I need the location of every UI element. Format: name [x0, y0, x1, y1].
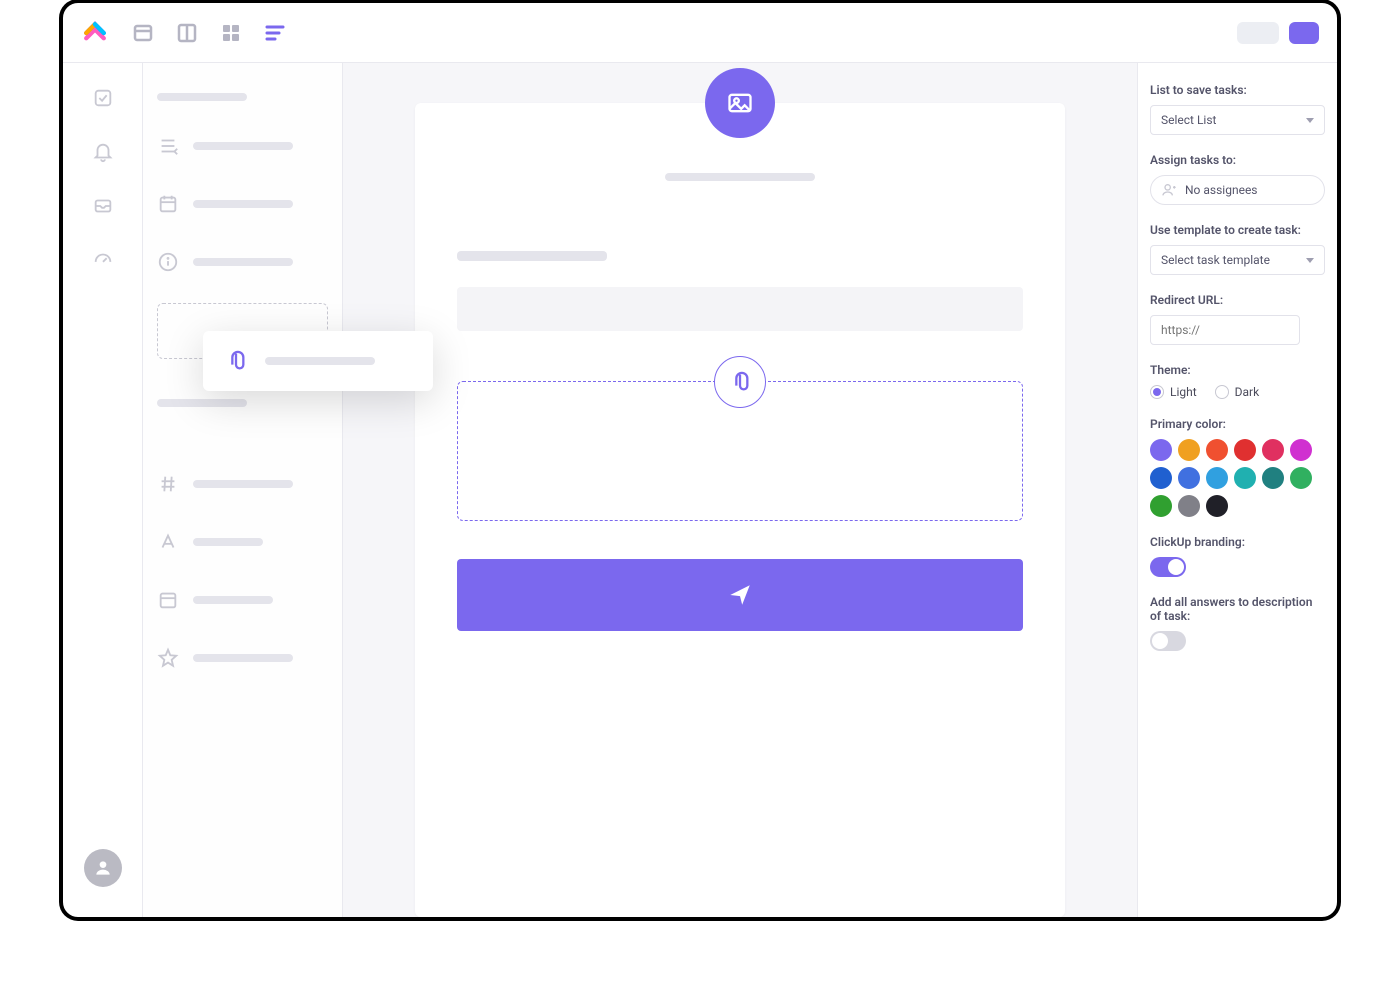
- field-rating[interactable]: [157, 645, 328, 671]
- chevron-down-icon: [1306, 118, 1314, 123]
- color-swatch[interactable]: [1178, 495, 1200, 517]
- redirect-input[interactable]: [1150, 315, 1300, 345]
- template-label: Use template to create task:: [1150, 223, 1325, 237]
- field-label: [193, 142, 293, 150]
- notifications-icon[interactable]: [92, 141, 114, 163]
- attachment-circle-icon: [714, 356, 766, 408]
- theme-label: Theme:: [1150, 363, 1325, 377]
- field-label: [193, 200, 293, 208]
- text-icon: [157, 531, 179, 553]
- grid-view-icon[interactable]: [219, 21, 243, 45]
- form-view-icon[interactable]: [263, 21, 287, 45]
- assignee-select[interactable]: No assignees: [1150, 175, 1325, 205]
- form-image-button[interactable]: [705, 68, 775, 138]
- chevron-down-icon: [1306, 258, 1314, 263]
- app-logo[interactable]: [81, 19, 109, 47]
- submit-button[interactable]: [457, 559, 1023, 631]
- color-swatch[interactable]: [1290, 439, 1312, 461]
- color-swatch[interactable]: [1206, 439, 1228, 461]
- field-label: [193, 538, 263, 546]
- dragging-field-card[interactable]: [203, 331, 433, 391]
- panel-section-title-1: [157, 93, 247, 101]
- form-canvas: [343, 63, 1137, 917]
- list-select[interactable]: Select List: [1150, 105, 1325, 135]
- panel-section-title-2: [157, 399, 247, 407]
- list-select-value: Select List: [1161, 113, 1216, 127]
- tasks-icon[interactable]: [92, 87, 114, 109]
- color-swatch[interactable]: [1178, 467, 1200, 489]
- user-plus-icon: [1161, 182, 1177, 198]
- calendar-icon: [157, 193, 179, 215]
- calendar-icon: [157, 589, 179, 611]
- assignee-value: No assignees: [1185, 183, 1258, 197]
- header-action-2[interactable]: [1289, 22, 1319, 44]
- redirect-label: Redirect URL:: [1150, 293, 1325, 307]
- color-swatch[interactable]: [1262, 467, 1284, 489]
- top-right-actions: [1237, 22, 1319, 44]
- color-swatch[interactable]: [1178, 439, 1200, 461]
- theme-light-label: Light: [1170, 385, 1197, 399]
- list-label: List to save tasks:: [1150, 83, 1325, 97]
- color-swatch[interactable]: [1206, 495, 1228, 517]
- primary-color-label: Primary color:: [1150, 417, 1325, 431]
- assign-label: Assign tasks to:: [1150, 153, 1325, 167]
- app-window: List to save tasks: Select List Assign t…: [60, 0, 1340, 920]
- field-label: [193, 596, 273, 604]
- list-view-icon[interactable]: [131, 21, 155, 45]
- theme-dark-radio[interactable]: Dark: [1215, 385, 1260, 399]
- field-priority[interactable]: [157, 133, 328, 159]
- top-bar: [63, 3, 1337, 63]
- settings-panel: List to save tasks: Select List Assign t…: [1137, 63, 1337, 917]
- theme-light-radio[interactable]: Light: [1150, 385, 1197, 399]
- field-number[interactable]: [157, 471, 328, 497]
- priority-icon: [157, 135, 179, 157]
- form-text-input[interactable]: [457, 287, 1023, 331]
- color-swatch[interactable]: [1262, 439, 1284, 461]
- radio-dot-icon: [1150, 385, 1164, 399]
- info-icon: [157, 251, 179, 273]
- color-swatch[interactable]: [1234, 467, 1256, 489]
- hash-icon: [157, 473, 179, 495]
- theme-dark-label: Dark: [1235, 385, 1260, 399]
- attachment-icon: [225, 350, 247, 372]
- board-view-icon[interactable]: [175, 21, 199, 45]
- dashboard-icon[interactable]: [92, 249, 114, 271]
- field-text[interactable]: [157, 529, 328, 555]
- user-avatar[interactable]: [84, 849, 122, 887]
- field-label: [193, 480, 293, 488]
- view-tabs: [131, 21, 287, 45]
- attachment-dropzone[interactable]: [457, 381, 1023, 521]
- color-swatches: [1150, 439, 1325, 517]
- color-swatch[interactable]: [1234, 439, 1256, 461]
- template-select[interactable]: Select task template: [1150, 245, 1325, 275]
- nav-rail: [63, 63, 143, 917]
- answers-label: Add all answers to description of task:: [1150, 595, 1325, 623]
- star-icon: [157, 647, 179, 669]
- template-select-value: Select task template: [1161, 253, 1270, 267]
- field-date2[interactable]: [157, 587, 328, 613]
- field-info[interactable]: [157, 249, 328, 275]
- radio-dot-icon: [1215, 385, 1229, 399]
- branding-label: ClickUp branding:: [1150, 535, 1325, 549]
- field-label: [193, 654, 293, 662]
- color-swatch[interactable]: [1206, 467, 1228, 489]
- form-field-label: [457, 251, 607, 261]
- inbox-icon[interactable]: [92, 195, 114, 217]
- color-swatch[interactable]: [1150, 439, 1172, 461]
- color-swatch[interactable]: [1150, 495, 1172, 517]
- color-swatch[interactable]: [1150, 467, 1172, 489]
- fields-panel: [143, 63, 343, 917]
- form-title-placeholder: [665, 173, 815, 181]
- color-swatch[interactable]: [1290, 467, 1312, 489]
- field-date[interactable]: [157, 191, 328, 217]
- branding-toggle[interactable]: [1150, 557, 1186, 577]
- header-action-1[interactable]: [1237, 22, 1279, 44]
- field-label: [193, 258, 293, 266]
- answers-toggle[interactable]: [1150, 631, 1186, 651]
- dragging-field-label: [265, 357, 375, 365]
- form-card: [415, 103, 1065, 917]
